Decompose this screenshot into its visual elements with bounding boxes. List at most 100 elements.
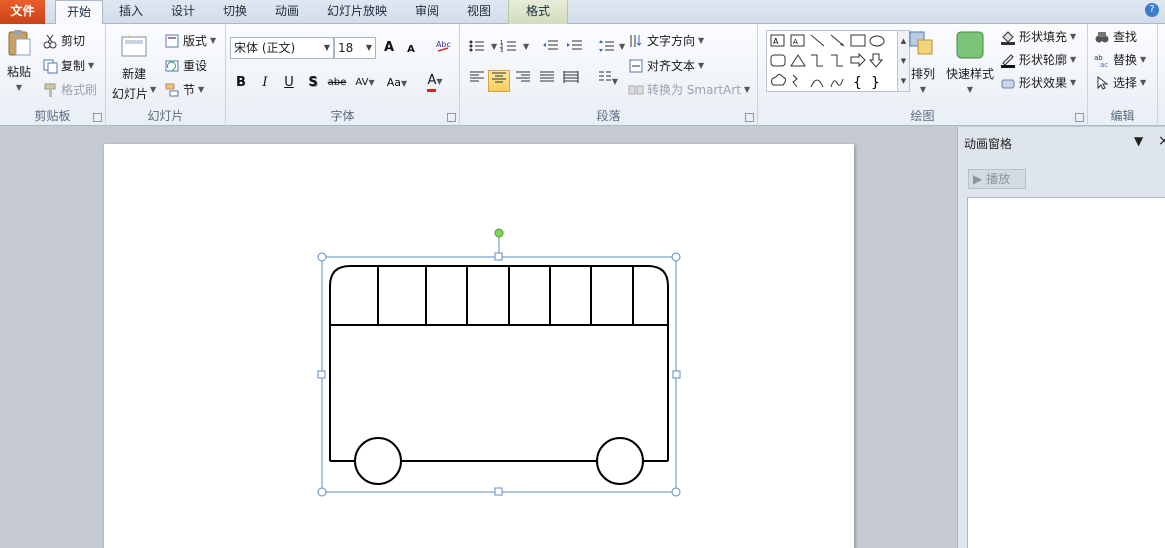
slide-canvas[interactable] <box>104 144 854 548</box>
tab-animations[interactable]: 动画 <box>264 0 310 24</box>
text-shadow-button[interactable]: S <box>302 72 324 94</box>
bullets-button[interactable]: ▼ <box>468 38 497 54</box>
pencil-icon <box>1000 52 1016 68</box>
font-color-button[interactable]: A▼ <box>420 70 450 92</box>
shape-outline-button[interactable]: 形状轮廓 ▼ <box>1000 51 1076 68</box>
resize-handle-bottom[interactable] <box>494 487 503 496</box>
align-right-button[interactable] <box>512 70 534 92</box>
align-text-icon <box>628 58 644 74</box>
font-name-combo[interactable]: 宋体 (正文) ▼ <box>230 37 334 59</box>
group-editing: 查找 ab ac 替换 ▼ 选择 ▼ 编辑 <box>1088 24 1158 126</box>
dialog-launcher-clipboard[interactable]: . <box>93 113 102 122</box>
font-size-combo[interactable]: 18 ▼ <box>334 37 376 59</box>
resize-handle-top[interactable] <box>494 252 503 261</box>
bus-wheel-left <box>354 437 402 485</box>
paste-icon <box>4 28 34 58</box>
distributed-button[interactable] <box>560 70 582 92</box>
tab-home[interactable]: 开始 <box>55 0 103 25</box>
shape-effects-icon <box>1000 75 1016 91</box>
shrink-font-button[interactable]: A <box>400 39 422 61</box>
replace-button[interactable]: ab ac 替换 ▼ <box>1094 51 1146 69</box>
new-slide-button[interactable]: 新建 幻灯片 ▼ <box>112 30 156 102</box>
italic-button[interactable]: I <box>254 72 276 94</box>
find-button[interactable]: 查找 <box>1094 28 1137 45</box>
dialog-launcher-drawing[interactable]: . <box>1075 113 1084 122</box>
tab-view[interactable]: 视图 <box>456 0 502 24</box>
dialog-launcher-font[interactable]: . <box>447 113 456 122</box>
svg-text:}: } <box>871 75 880 91</box>
ribbon-tab-bar: 文件 开始 插入 设计 切换 动画 幻灯片放映 审阅 视图 格式 ? <box>0 0 1165 25</box>
decrease-indent-button[interactable] <box>542 38 560 54</box>
char-spacing-button[interactable]: AV▼ <box>352 72 378 94</box>
change-case-button[interactable]: Aa▼ <box>382 72 412 94</box>
tab-slideshow[interactable]: 幻灯片放映 <box>318 0 396 24</box>
svg-text:A: A <box>773 37 779 46</box>
svg-text:A: A <box>793 38 798 46</box>
align-left-button[interactable] <box>466 70 488 92</box>
dialog-launcher-paragraph[interactable]: . <box>745 113 754 122</box>
cut-button[interactable]: 剪切 <box>42 32 85 49</box>
shapes-gallery-icons: A A { } <box>770 34 885 91</box>
resize-handle-right[interactable] <box>672 370 681 379</box>
copy-icon <box>42 58 58 74</box>
copy-button[interactable]: 复制 ▼ <box>42 57 94 74</box>
numbering-button[interactable]: 1 2 3 ▼ <box>500 38 529 54</box>
close-icon[interactable]: × <box>1158 133 1165 149</box>
resize-handle-left[interactable] <box>317 370 326 379</box>
quick-styles-button[interactable]: 快速样式 ▼ <box>946 30 994 94</box>
align-text-button[interactable]: 对齐文本 ▼ <box>628 57 704 74</box>
text-direction-button[interactable]: 文字方向 ▼ <box>628 32 704 49</box>
help-icon[interactable]: ? <box>1145 3 1159 17</box>
shape-effects-button[interactable]: 形状效果 ▼ <box>1000 74 1076 91</box>
increase-indent-icon <box>567 40 582 50</box>
bold-button[interactable]: B <box>230 72 252 94</box>
chevron-down-icon[interactable]: ▼ <box>1134 135 1148 147</box>
bus-body <box>329 265 669 461</box>
section-button[interactable]: 节 ▼ <box>164 81 204 98</box>
paint-bucket-icon <box>1000 29 1016 45</box>
layout-icon <box>164 33 180 49</box>
clear-format-button[interactable]: Abc <box>432 37 454 59</box>
line-spacing-button[interactable]: ▼ <box>598 38 625 54</box>
align-center-button[interactable] <box>488 70 510 92</box>
underline-button[interactable]: U <box>278 72 300 94</box>
clear-format-icon: Abc <box>436 40 451 52</box>
align-center-icon <box>492 72 506 83</box>
play-button[interactable]: ▶ 播放 <box>968 169 1026 189</box>
convert-smartart-button[interactable]: 转换为 SmartArt ▼ <box>628 81 750 98</box>
bus-shape[interactable] <box>329 265 669 485</box>
tab-review[interactable]: 审阅 <box>404 0 450 24</box>
group-clipboard: 粘贴 ▼ 剪切 复制▼ 格式刷 剪贴板 . <box>0 24 106 126</box>
grow-font-button[interactable]: A <box>378 37 400 59</box>
reset-button[interactable]: 重设 <box>164 57 207 74</box>
justify-icon <box>540 71 554 82</box>
layout-button[interactable]: 版式 ▼ <box>164 32 216 49</box>
tab-format[interactable]: 格式 <box>508 0 568 24</box>
replace-icon: ab ac <box>1094 52 1110 69</box>
resize-handle-top-right[interactable] <box>671 252 681 262</box>
tab-transitions[interactable]: 切换 <box>212 0 258 24</box>
columns-button[interactable]: ▼ <box>594 70 622 92</box>
quick-styles-icon <box>955 30 985 60</box>
rotate-handle[interactable] <box>494 228 504 238</box>
strikethrough-button[interactable]: abe <box>326 72 348 94</box>
arrange-button[interactable]: 排列 ▼ <box>908 30 938 94</box>
justify-button[interactable] <box>536 70 558 92</box>
paste-button[interactable]: 粘贴 ▼ <box>4 28 34 92</box>
resize-handle-bottom-right[interactable] <box>671 487 681 497</box>
play-icon: ▶ <box>973 172 983 186</box>
align-left-icon <box>470 71 484 82</box>
tab-insert[interactable]: 插入 <box>108 0 154 24</box>
resize-handle-bottom-left[interactable] <box>317 487 327 497</box>
format-painter-button[interactable]: 格式刷 <box>42 81 97 98</box>
increase-indent-button[interactable] <box>566 38 584 54</box>
tab-design[interactable]: 设计 <box>160 0 206 24</box>
animation-pane-title: 动画窗格 <box>964 137 1013 151</box>
resize-handle-top-left[interactable] <box>317 252 327 262</box>
bus-wheel-right <box>596 437 644 485</box>
shapes-gallery[interactable]: A A { } <box>766 30 898 92</box>
tab-file[interactable]: 文件 <box>0 0 45 24</box>
select-button[interactable]: 选择 ▼ <box>1094 74 1146 91</box>
shape-fill-button[interactable]: 形状填充 ▼ <box>1000 28 1076 45</box>
animation-list[interactable] <box>967 197 1165 548</box>
